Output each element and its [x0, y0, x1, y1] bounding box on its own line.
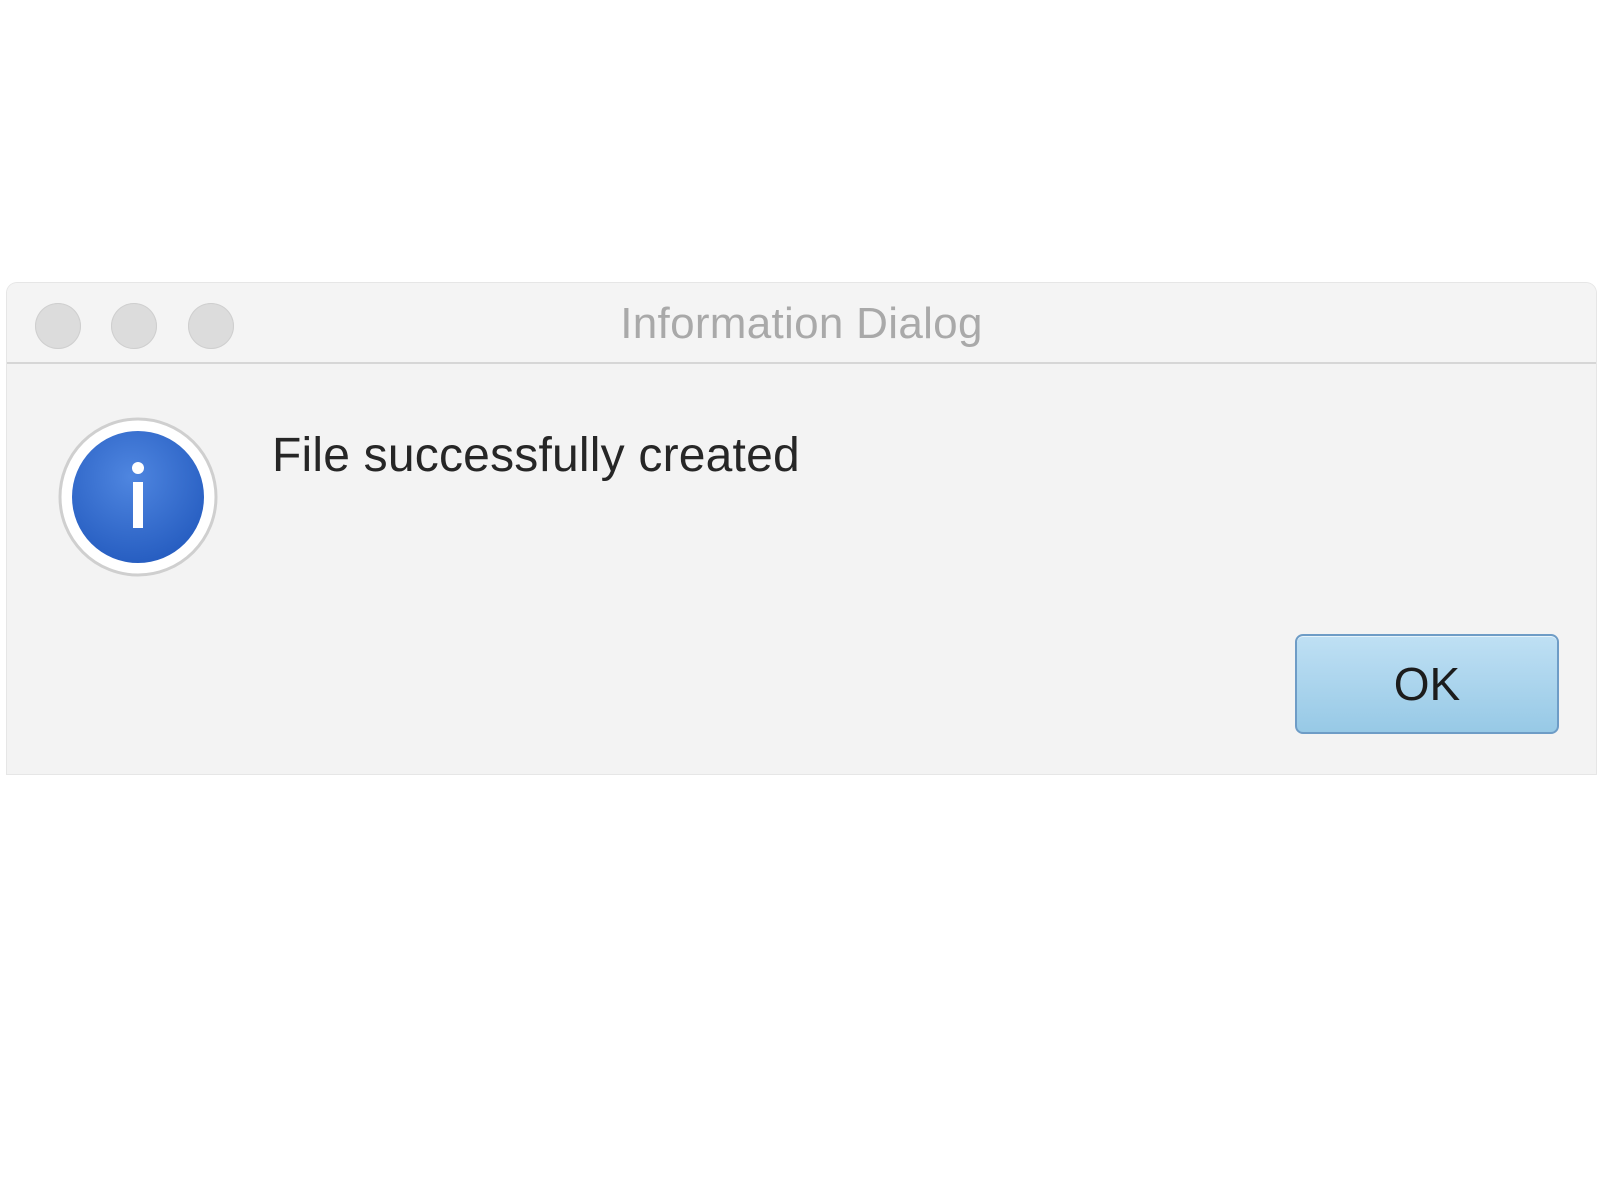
title-bar: Information Dialog — [7, 283, 1596, 364]
window-title: Information Dialog — [620, 299, 983, 348]
dialog-content: File successfully created OK — [7, 364, 1596, 774]
screen-background: Information Dialog File successfully cre… — [0, 0, 1600, 1198]
dialog-message: File successfully created — [272, 429, 800, 482]
information-dialog: Information Dialog File successfully cre… — [7, 283, 1596, 774]
ok-button[interactable]: OK — [1295, 634, 1559, 734]
information-icon — [57, 416, 219, 578]
